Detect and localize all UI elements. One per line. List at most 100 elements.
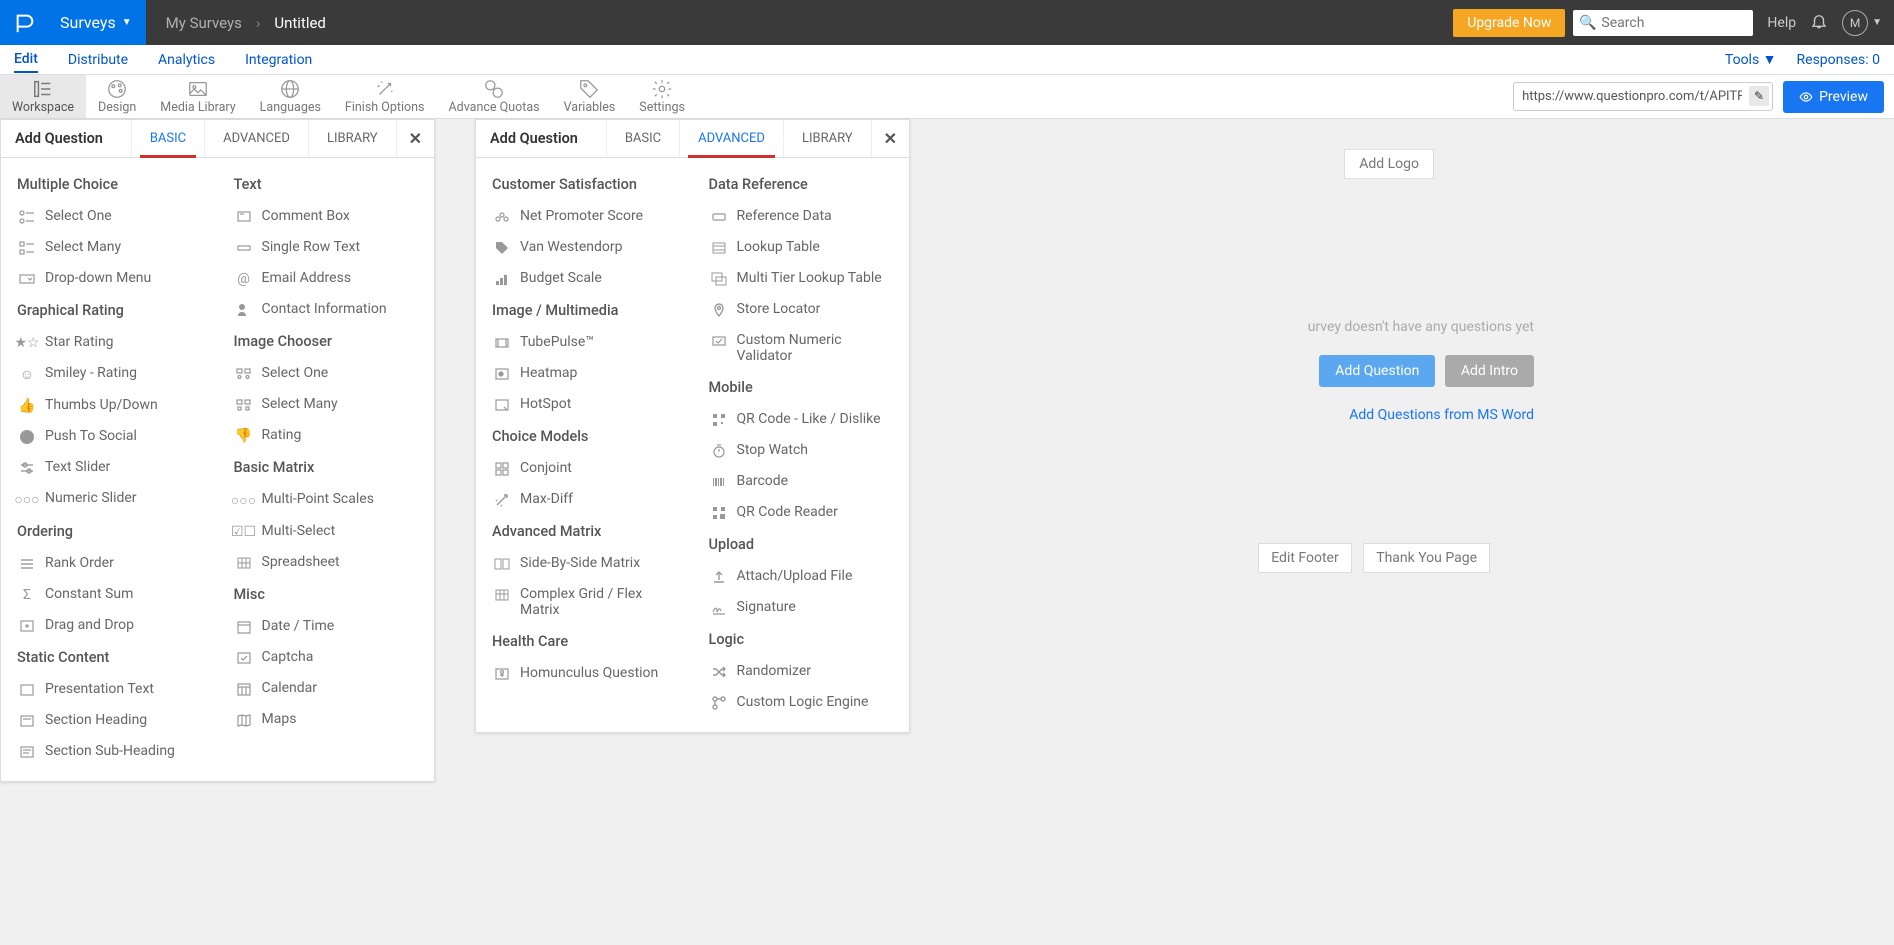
qtype-smiley[interactable]: ☺Smiley - Rating bbox=[11, 358, 208, 390]
qtype-tubepulse[interactable]: TubePulse™ bbox=[486, 327, 683, 358]
qtype-star[interactable]: ★☆Star Rating bbox=[11, 327, 208, 358]
qtype-img-one[interactable]: Select One bbox=[228, 358, 425, 389]
qtype-vanwest[interactable]: Van Westendorp bbox=[486, 232, 683, 263]
group-title: Customer Satisfaction bbox=[492, 176, 683, 193]
bars-icon bbox=[492, 271, 512, 287]
upgrade-button[interactable]: Upgrade Now bbox=[1453, 9, 1565, 37]
qtype-qr-reader[interactable]: QR Code Reader bbox=[703, 497, 900, 528]
qtype-img-rating[interactable]: 👎Rating bbox=[228, 420, 425, 451]
qtype-calendar[interactable]: Calendar bbox=[228, 673, 425, 704]
add-logo-button[interactable]: Add Logo bbox=[1344, 149, 1434, 179]
qtype-budget[interactable]: Budget Scale bbox=[486, 263, 683, 294]
qtype-multiselect[interactable]: ☑☐Multi-Select bbox=[228, 516, 425, 547]
survey-url-input[interactable] bbox=[1513, 82, 1773, 111]
subnav-integration[interactable]: Integration bbox=[245, 48, 312, 72]
drag-icon bbox=[17, 618, 37, 634]
qtype-subheading[interactable]: Section Sub-Heading bbox=[11, 736, 208, 767]
thank-you-button[interactable]: Thank You Page bbox=[1363, 543, 1490, 573]
tool-variables[interactable]: Variables bbox=[552, 75, 628, 118]
subnav-distribute[interactable]: Distribute bbox=[68, 48, 128, 72]
tool-finish[interactable]: Finish Options bbox=[333, 75, 437, 118]
qtype-multi-lookup[interactable]: Multi Tier Lookup Table bbox=[703, 263, 900, 294]
qtype-rank[interactable]: Rank Order bbox=[11, 548, 208, 579]
qtype-thumbs[interactable]: 👍Thumbs Up/Down bbox=[11, 390, 208, 421]
qtype-conjoint[interactable]: Conjoint bbox=[486, 453, 683, 484]
tab-basic[interactable]: BASIC bbox=[131, 120, 204, 157]
tools-dropdown[interactable]: Tools ▼ bbox=[1725, 51, 1777, 68]
qtype-heading[interactable]: Section Heading bbox=[11, 705, 208, 736]
qtype-captcha[interactable]: Captcha bbox=[228, 642, 425, 673]
pricetag-icon bbox=[492, 240, 512, 256]
qtype-barcode[interactable]: Barcode bbox=[703, 466, 900, 497]
tab-advanced[interactable]: ADVANCED bbox=[204, 120, 308, 157]
qtype-social[interactable]: Push To Social bbox=[11, 421, 208, 452]
qtype-maps[interactable]: Maps bbox=[228, 704, 425, 735]
qtype-select-one[interactable]: Select One bbox=[11, 201, 208, 232]
group-title: Image Chooser bbox=[234, 333, 425, 350]
qtype-comment[interactable]: Comment Box bbox=[228, 201, 425, 232]
qtype-select-many[interactable]: Select Many bbox=[11, 232, 208, 263]
qtype-single-row[interactable]: Single Row Text bbox=[228, 232, 425, 263]
qtype-constant-sum[interactable]: ΣConstant Sum bbox=[11, 579, 208, 610]
tool-settings[interactable]: Settings bbox=[627, 75, 697, 118]
qtype-numeric-slider[interactable]: ○○○Numeric Slider bbox=[11, 483, 208, 515]
panel-close-button[interactable]: ✕ bbox=[871, 120, 909, 157]
qtype-logic[interactable]: Custom Logic Engine bbox=[703, 687, 900, 718]
user-avatar[interactable]: M bbox=[1842, 10, 1868, 36]
tab-library[interactable]: LIBRARY bbox=[783, 120, 871, 157]
heatmap-icon bbox=[492, 366, 512, 382]
qtype-sbs-matrix[interactable]: Side-By-Side Matrix bbox=[486, 548, 683, 579]
qtype-homunculus[interactable]: Homunculus Question bbox=[486, 658, 683, 689]
responses-count[interactable]: Responses: 0 bbox=[1797, 52, 1880, 68]
edit-footer-button[interactable]: Edit Footer bbox=[1258, 543, 1352, 573]
tab-advanced[interactable]: ADVANCED bbox=[679, 120, 783, 157]
qtype-hotspot[interactable]: HotSpot bbox=[486, 389, 683, 420]
notifications-icon[interactable] bbox=[1810, 12, 1828, 34]
qtype-presentation[interactable]: Presentation Text bbox=[11, 674, 208, 705]
qtype-lookup[interactable]: Lookup Table bbox=[703, 232, 900, 263]
qtype-multipoint[interactable]: ○○○Multi-Point Scales bbox=[228, 484, 425, 516]
qtype-store-locator[interactable]: Store Locator bbox=[703, 294, 900, 325]
preview-button[interactable]: Preview bbox=[1783, 81, 1884, 113]
qtype-dropdown[interactable]: Drop-down Menu bbox=[11, 263, 208, 294]
qtype-contact[interactable]: Contact Information bbox=[228, 294, 425, 325]
panel-close-button[interactable]: ✕ bbox=[396, 120, 434, 157]
qtype-drag-drop[interactable]: Drag and Drop bbox=[11, 610, 208, 641]
qtype-randomizer[interactable]: Randomizer bbox=[703, 656, 900, 687]
add-intro-button[interactable]: Add Intro bbox=[1445, 355, 1534, 387]
help-link[interactable]: Help bbox=[1767, 15, 1796, 31]
qtype-qr-like[interactable]: QR Code - Like / Dislike bbox=[703, 404, 900, 435]
surveys-dropdown[interactable]: Surveys ▼ bbox=[46, 0, 146, 45]
tool-quotas[interactable]: Advance Quotas bbox=[436, 75, 551, 118]
qtype-spreadsheet[interactable]: Spreadsheet bbox=[228, 547, 425, 578]
qtype-heatmap[interactable]: Heatmap bbox=[486, 358, 683, 389]
tool-design[interactable]: Design bbox=[86, 75, 148, 118]
breadcrumb-root[interactable]: My Surveys bbox=[166, 14, 242, 32]
add-from-word-link[interactable]: Add Questions from MS Word bbox=[1349, 407, 1534, 423]
group-title: Mobile bbox=[709, 379, 900, 396]
qtype-upload[interactable]: Attach/Upload File bbox=[703, 561, 900, 592]
qtype-datetime[interactable]: Date / Time bbox=[228, 611, 425, 642]
edit-url-icon[interactable]: ✎ bbox=[1749, 86, 1769, 106]
global-search-input[interactable] bbox=[1573, 10, 1753, 36]
tool-workspace[interactable]: Workspace bbox=[0, 75, 86, 118]
tool-media[interactable]: Media Library bbox=[148, 75, 247, 118]
qtype-text-slider[interactable]: Text Slider bbox=[11, 452, 208, 483]
qtype-img-many[interactable]: Select Many bbox=[228, 389, 425, 420]
subnav-analytics[interactable]: Analytics bbox=[158, 48, 215, 72]
qtype-stopwatch[interactable]: Stop Watch bbox=[703, 435, 900, 466]
qtype-maxdiff[interactable]: Max-Diff bbox=[486, 484, 683, 515]
qtype-refdata[interactable]: Reference Data bbox=[703, 201, 900, 232]
qtype-flex-matrix[interactable]: Complex Grid / Flex Matrix bbox=[486, 579, 683, 625]
qtype-email[interactable]: @Email Address bbox=[228, 263, 425, 294]
qtype-nps[interactable]: Net Promoter Score bbox=[486, 201, 683, 232]
add-question-button[interactable]: Add Question bbox=[1319, 355, 1435, 387]
app-logo[interactable] bbox=[0, 0, 46, 45]
subnav-edit[interactable]: Edit bbox=[14, 47, 38, 73]
qtype-validator[interactable]: Custom Numeric Validator bbox=[703, 325, 900, 371]
tab-basic[interactable]: BASIC bbox=[606, 120, 679, 157]
tab-library[interactable]: LIBRARY bbox=[308, 120, 396, 157]
qtype-signature[interactable]: Signature bbox=[703, 592, 900, 623]
tool-languages[interactable]: Languages bbox=[248, 75, 333, 118]
avatar-caret-icon[interactable]: ▼ bbox=[1872, 17, 1882, 28]
